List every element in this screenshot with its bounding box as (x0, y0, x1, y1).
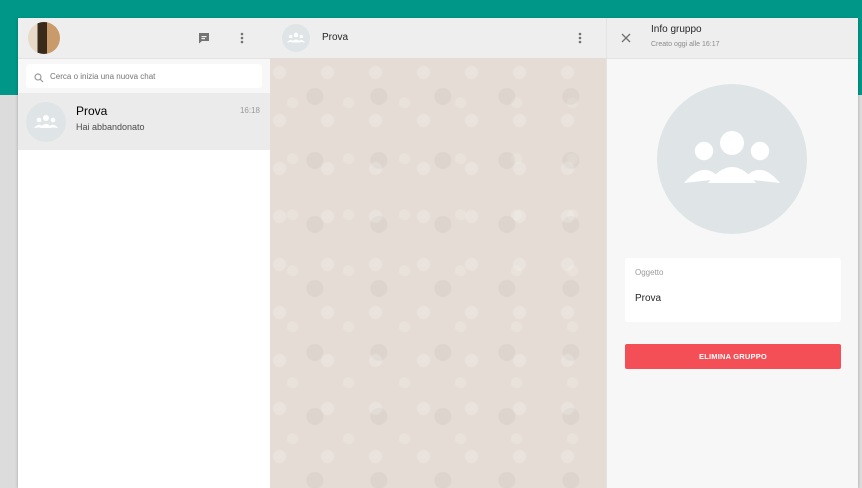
chat-list-header (18, 18, 270, 59)
group-subject-label: Oggetto (635, 268, 664, 277)
search-input[interactable] (48, 70, 242, 82)
conversation-background (270, 58, 606, 488)
delete-group-button[interactable]: ELIMINA GRUPPO (625, 344, 841, 369)
conversation-header[interactable]: Prova (270, 18, 606, 59)
conversation-panel: Prova (270, 18, 606, 488)
group-icon[interactable] (657, 84, 807, 234)
chat-bubble-icon[interactable] (194, 28, 214, 48)
vertical-dots-icon[interactable] (232, 28, 252, 48)
group-info-panel: Info gruppo Creato oggi alle 16:17 Ogget… (606, 18, 858, 488)
search-box (26, 64, 262, 88)
group-icon (282, 24, 310, 52)
group-subject-value[interactable]: Prova (635, 293, 661, 304)
group-subject-card[interactable]: Oggetto Prova (625, 258, 841, 322)
chat-time: 16:18 (239, 106, 260, 115)
group-icon (26, 102, 66, 142)
chat-name: Prova (76, 104, 108, 118)
conversation-title: Prova (322, 32, 349, 43)
group-info-title: Info gruppo (651, 24, 702, 35)
chat-preview: Hai abbandonato (76, 122, 145, 132)
profile-avatar[interactable] (28, 22, 60, 54)
chat-list-panel: Prova 16:18 Hai abbandonato (18, 18, 271, 488)
vertical-dots-icon[interactable] (570, 28, 590, 48)
group-info-header: Info gruppo Creato oggi alle 16:17 (607, 18, 858, 59)
chat-list-item[interactable]: Prova 16:18 Hai abbandonato (18, 94, 270, 150)
close-icon[interactable] (617, 29, 635, 47)
search-icon (34, 70, 44, 88)
app-window: Prova 16:18 Hai abbandonato Prova (18, 18, 858, 488)
search-bar (18, 59, 270, 94)
group-info-subtitle: Creato oggi alle 16:17 (651, 41, 720, 48)
